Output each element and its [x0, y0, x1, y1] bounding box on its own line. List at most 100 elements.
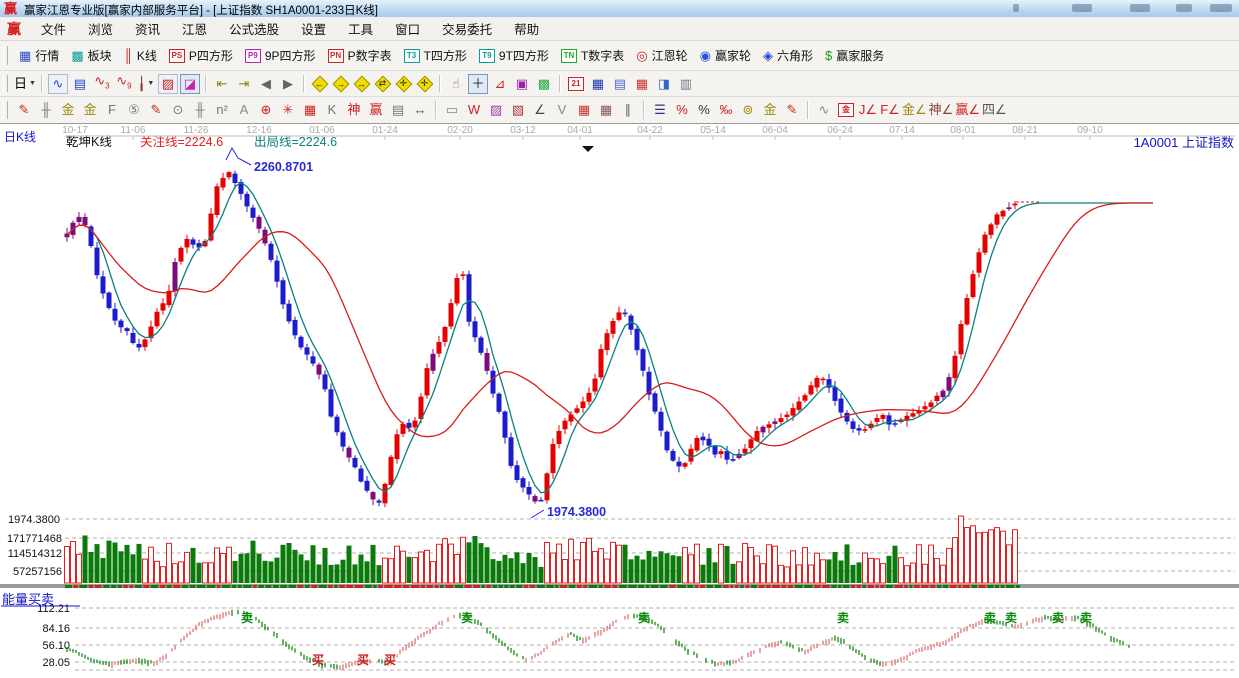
menu-item-9[interactable]: 交易委托: [431, 19, 503, 38]
menu-item-10[interactable]: 帮助: [503, 19, 550, 38]
notes-pad-button[interactable]: ▤: [610, 74, 630, 94]
menu-item-8[interactable]: 窗口: [384, 19, 431, 38]
percent-slash-button[interactable]: %: [672, 100, 692, 120]
shen-angle-button[interactable]: 神∠: [929, 100, 954, 120]
wave3-button[interactable]: ∿3: [92, 74, 112, 94]
period-day-selector[interactable]: 日▼: [14, 74, 36, 94]
gold-circle-button[interactable]: ⊚: [738, 100, 758, 120]
n2-button[interactable]: n²: [212, 100, 232, 120]
winner-wheel-button[interactable]: ◉赢家轮: [694, 45, 757, 66]
v-dots-button[interactable]: V: [552, 100, 572, 120]
angle-measure-button[interactable]: ⊿: [490, 74, 510, 94]
candle-type-button[interactable]: ╽▼: [136, 74, 156, 94]
grid-lines-button[interactable]: ╫: [36, 100, 56, 120]
titlebar-control-1[interactable]: [1013, 4, 1019, 12]
hash-button[interactable]: ╫: [190, 100, 210, 120]
wave-tool-button[interactable]: ∿: [48, 74, 68, 94]
fib-grid-button[interactable]: F: [102, 100, 122, 120]
menu-item-3[interactable]: 资讯: [124, 19, 171, 38]
menu-item-7[interactable]: 工具: [337, 19, 384, 38]
winner-service-button[interactable]: $赢家服务: [819, 45, 890, 66]
fan-button[interactable]: W: [464, 100, 484, 120]
quotes-button[interactable]: ▦行情: [13, 45, 65, 66]
calculator-button[interactable]: ▦: [588, 74, 608, 94]
menu-item-2[interactable]: 浏览: [77, 19, 124, 38]
a-divider-button[interactable]: A: [234, 100, 254, 120]
fit-screen-button[interactable]: ✛: [417, 76, 432, 91]
f-angle-button[interactable]: F∠: [880, 100, 900, 120]
hexagon-button[interactable]: ◈六角形: [757, 45, 819, 66]
starburst-button[interactable]: ✳: [278, 100, 298, 120]
four-angle-button[interactable]: 四∠: [982, 100, 1007, 120]
t-square-button[interactable]: T3T四方形: [398, 45, 473, 66]
gann-pencil-button[interactable]: ✎: [14, 100, 34, 120]
e-scale-button[interactable]: ☰: [650, 100, 670, 120]
gift-tool-button[interactable]: ▣: [512, 74, 532, 94]
last-bar-button[interactable]: ⇥: [234, 74, 254, 94]
zoom-h-button[interactable]: ↔: [354, 76, 369, 91]
info-note-button[interactable]: ▤: [70, 74, 90, 94]
gann-target-button[interactable]: ⊕: [256, 100, 276, 120]
a-wave-button[interactable]: ∿: [814, 100, 834, 120]
gold-line-button[interactable]: 金: [760, 100, 780, 120]
9t-square-button[interactable]: T99T四方形: [473, 45, 555, 66]
menu-item-1[interactable]: 文件: [30, 19, 77, 38]
angle-line-button[interactable]: ∠: [530, 100, 550, 120]
web-save-button[interactable]: ◨: [654, 74, 674, 94]
drag-hand-button[interactable]: ☝: [446, 74, 466, 94]
parallel-lines-button[interactable]: ∥: [618, 100, 638, 120]
percent-button[interactable]: %: [694, 100, 714, 120]
box-tool-button[interactable]: ▭: [442, 100, 462, 120]
kline-button[interactable]: ║K线: [118, 45, 163, 66]
star-grid-button[interactable]: ▦: [300, 100, 320, 120]
pan-left-button[interactable]: ←: [312, 76, 327, 91]
k-wave-button[interactable]: K: [322, 100, 342, 120]
fan-box-button[interactable]: ▨: [486, 100, 506, 120]
permille-button[interactable]: ‰: [716, 100, 736, 120]
9p-square-button[interactable]: P99P四方形: [239, 45, 322, 66]
p-digit-table-button[interactable]: PNP数字表: [322, 45, 398, 66]
expand-all-button[interactable]: ✛: [396, 76, 411, 91]
brush1-button[interactable]: ✎: [782, 100, 802, 120]
profile-chart-button[interactable]: ◪: [180, 74, 200, 94]
grid-arrow-button[interactable]: ▦: [596, 100, 616, 120]
j-angle-button[interactable]: J∠: [858, 100, 878, 120]
pattern-button[interactable]: ▨: [158, 74, 178, 94]
calendar-button[interactable]: 21: [566, 74, 586, 94]
gann-wheel-button[interactable]: ◎江恩轮: [630, 45, 693, 66]
ruler123-button[interactable]: ▤: [388, 100, 408, 120]
menu-item-6[interactable]: 设置: [290, 19, 337, 38]
ying-tool-button[interactable]: 赢: [366, 100, 386, 120]
titlebar-control-5[interactable]: [1210, 4, 1232, 12]
save-button[interactable]: ▦: [632, 74, 652, 94]
red-grid-button[interactable]: ▦: [574, 100, 594, 120]
pencil-grid-button[interactable]: ✎: [146, 100, 166, 120]
chart-canvas[interactable]: 日K线 乾坤K线 关注线=2224.6 出局线=2224.6 1A0001 上证…: [0, 124, 1239, 673]
titlebar-control-3[interactable]: [1130, 4, 1150, 12]
print-button[interactable]: ▥: [676, 74, 696, 94]
titlebar-control-2[interactable]: [1072, 4, 1092, 12]
p-square-button[interactable]: PSP四方形: [163, 45, 239, 66]
compress-h-button[interactable]: ⇄: [375, 76, 390, 91]
titlebar-control-4[interactable]: [1176, 4, 1192, 12]
ying-angle-button[interactable]: 赢∠: [955, 100, 980, 120]
time-cycle-button[interactable]: ⊙: [168, 100, 188, 120]
shen-tool-button[interactable]: 神: [344, 100, 364, 120]
maze-tool-button[interactable]: ▩: [534, 74, 554, 94]
toolbar-drag-handle[interactable]: [3, 75, 8, 92]
pan-right-button[interactable]: →: [333, 76, 348, 91]
gold-box-button[interactable]: 金: [836, 100, 856, 120]
fan-box2-button[interactable]: ▧: [508, 100, 528, 120]
next-bar-button[interactable]: ▶: [278, 74, 298, 94]
toolbar-drag-handle[interactable]: [3, 101, 8, 119]
crosshair-button[interactable]: ＋: [468, 74, 488, 94]
toolbar-drag-handle[interactable]: [3, 46, 8, 66]
gold-grid-button[interactable]: 金: [58, 100, 78, 120]
wave9-button[interactable]: ∿9: [114, 74, 134, 94]
menu-item-5[interactable]: 公式选股: [218, 19, 290, 38]
first-bar-button[interactable]: ⇤: [212, 74, 232, 94]
prev-bar-button[interactable]: ◀: [256, 74, 276, 94]
h-span-button[interactable]: ↔: [410, 100, 430, 120]
gold-angle-button[interactable]: 金∠: [902, 100, 927, 120]
menu-item-4[interactable]: 江恩: [171, 19, 218, 38]
